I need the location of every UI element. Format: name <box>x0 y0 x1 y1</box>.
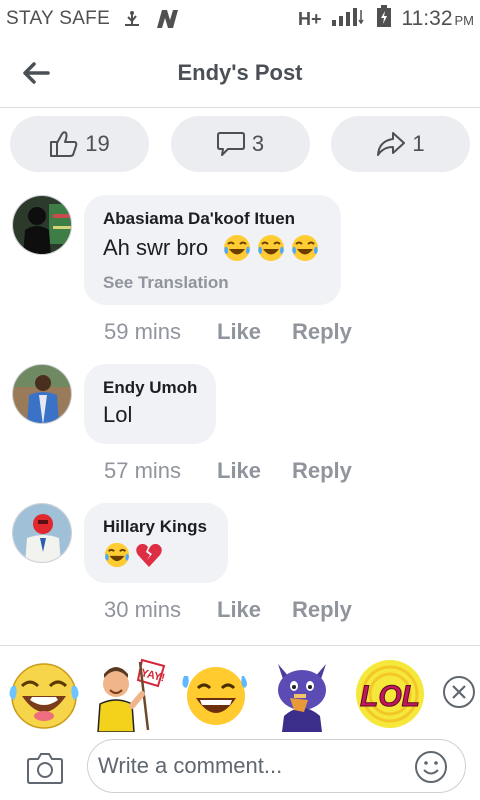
comment-author[interactable]: Hillary Kings <box>103 517 208 537</box>
carrier-label: STAY SAFE <box>6 8 111 29</box>
comment-like-button[interactable]: Like <box>217 458 292 484</box>
comment-reply-button[interactable]: Reply <box>292 319 352 345</box>
clock: 11:32 PM <box>402 7 475 31</box>
emoji-button[interactable] <box>414 750 448 784</box>
comment-count-button[interactable]: 3 <box>170 116 310 172</box>
comment-reply-button[interactable]: Reply <box>292 458 352 484</box>
camera-button[interactable] <box>26 751 64 785</box>
comment-like-button[interactable]: Like <box>217 319 292 345</box>
clock-ampm: PM <box>454 13 475 28</box>
broken-heart-emoji-icon <box>136 543 162 567</box>
comment-meta: 59 mins Like Reply <box>104 319 352 345</box>
comment-meta: 57 mins Like Reply <box>104 458 352 484</box>
dog-eating-sticker[interactable] <box>264 656 340 732</box>
laughing-face-sticker[interactable] <box>6 656 82 732</box>
battery-icon <box>376 5 392 33</box>
comment-text <box>103 541 208 569</box>
thumbs-up-icon <box>50 131 78 157</box>
smiley-icon <box>415 751 447 783</box>
grinning-sweat-sticker[interactable] <box>178 656 254 732</box>
comment-author[interactable]: Endy Umoh <box>103 378 197 398</box>
close-icon <box>443 676 475 708</box>
avatar[interactable] <box>12 364 72 424</box>
close-sticker-tray-button[interactable] <box>442 675 476 709</box>
laughing-tears-emoji-icon <box>104 542 130 568</box>
back-button[interactable] <box>18 58 54 88</box>
comment-like-button[interactable]: Like <box>217 597 292 623</box>
like-count-button[interactable]: 19 <box>10 116 149 172</box>
usb-icon <box>122 11 142 27</box>
comment-time: 57 mins <box>104 458 182 483</box>
laughing-tears-emoji-icon <box>258 235 285 261</box>
comment-text: Ah swr bro <box>103 233 321 263</box>
see-translation-link[interactable]: See Translation <box>103 273 321 293</box>
comment-composer <box>0 735 480 800</box>
comment-count: 3 <box>251 131 265 156</box>
comment-text: Lol <box>103 402 133 427</box>
comment-author[interactable]: Abasiama Da'koof Ituen <box>103 209 321 229</box>
comment-reply-button[interactable]: Reply <box>292 597 352 623</box>
lol-sticker[interactable]: LOL <box>352 656 428 732</box>
lol-sticker-text: LOL <box>360 680 420 713</box>
reaction-bar: 19 3 1 <box>10 116 470 172</box>
notification-app-icon <box>154 9 180 29</box>
comment-text-body: Ah swr bro <box>103 235 209 260</box>
avatar[interactable] <box>12 503 72 563</box>
comment-bubble[interactable]: Endy Umoh Lol <box>84 364 216 444</box>
laughing-tears-emoji-icon <box>292 235 319 261</box>
status-bar: STAY SAFE H+ 11:32 PM <box>0 0 480 38</box>
page-title: Endy's Post <box>177 59 303 85</box>
share-count-button[interactable]: 1 <box>331 116 470 172</box>
post-header: Endy's Post <box>0 38 480 108</box>
yay-flag-man-sticker[interactable]: YAY! <box>90 656 166 733</box>
comment-time: 30 mins <box>104 597 182 622</box>
camera-icon <box>27 753 63 784</box>
signal-icon <box>331 6 366 32</box>
comment-bubble[interactable]: Hillary Kings <box>84 503 228 583</box>
clock-time: 11:32 <box>401 7 453 30</box>
share-count: 1 <box>412 131 425 156</box>
sticker-tray: YAY! LOL <box>0 645 480 735</box>
comment-input[interactable] <box>87 739 466 793</box>
avatar[interactable] <box>12 195 72 255</box>
comment-meta: 30 mins Like Reply <box>104 597 352 623</box>
like-count: 19 <box>85 131 110 156</box>
comment-bubble-icon <box>216 132 245 156</box>
comment-time: 59 mins <box>104 319 182 344</box>
back-arrow-icon <box>23 62 50 84</box>
share-arrow-icon <box>377 132 406 156</box>
network-type: H+ <box>297 8 322 29</box>
comment-bubble[interactable]: Abasiama Da'koof Ituen Ah swr bro See Tr… <box>84 195 341 305</box>
laughing-tears-emoji-icon <box>224 235 251 261</box>
